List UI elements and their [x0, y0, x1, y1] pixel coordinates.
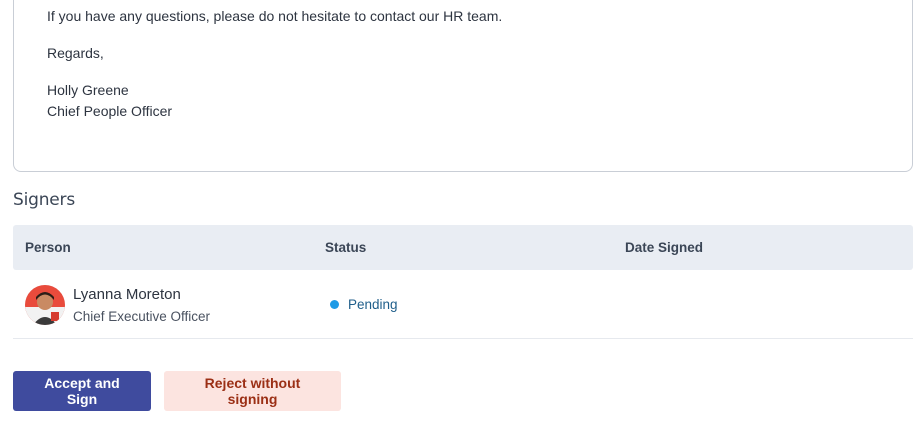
signers-table-header: Person Status Date Signed [13, 225, 913, 270]
status-dot-icon [330, 300, 339, 309]
document-body: If you have any questions, please do not… [13, 0, 913, 172]
status-badge: Pending [330, 297, 398, 312]
signer-name: Lyanna Moreton [73, 286, 181, 303]
column-header-person: Person [25, 240, 71, 255]
table-row: Lyanna Moreton Chief Executive Officer P… [13, 270, 913, 339]
status-text: Pending [348, 297, 398, 312]
column-header-status: Status [325, 240, 367, 255]
document-line: Regards, [47, 45, 104, 61]
reject-without-signing-button[interactable]: Reject without signing [164, 371, 341, 411]
avatar [25, 285, 65, 325]
accept-and-sign-button[interactable]: Accept and Sign [13, 371, 151, 411]
document-line: If you have any questions, please do not… [47, 8, 503, 24]
document-signoff-name: Holly Greene [47, 82, 129, 98]
signer-role: Chief Executive Officer [73, 309, 211, 324]
document-signoff-title: Chief People Officer [47, 103, 173, 119]
signers-heading: Signers [13, 190, 75, 210]
column-header-date-signed: Date Signed [625, 240, 704, 255]
